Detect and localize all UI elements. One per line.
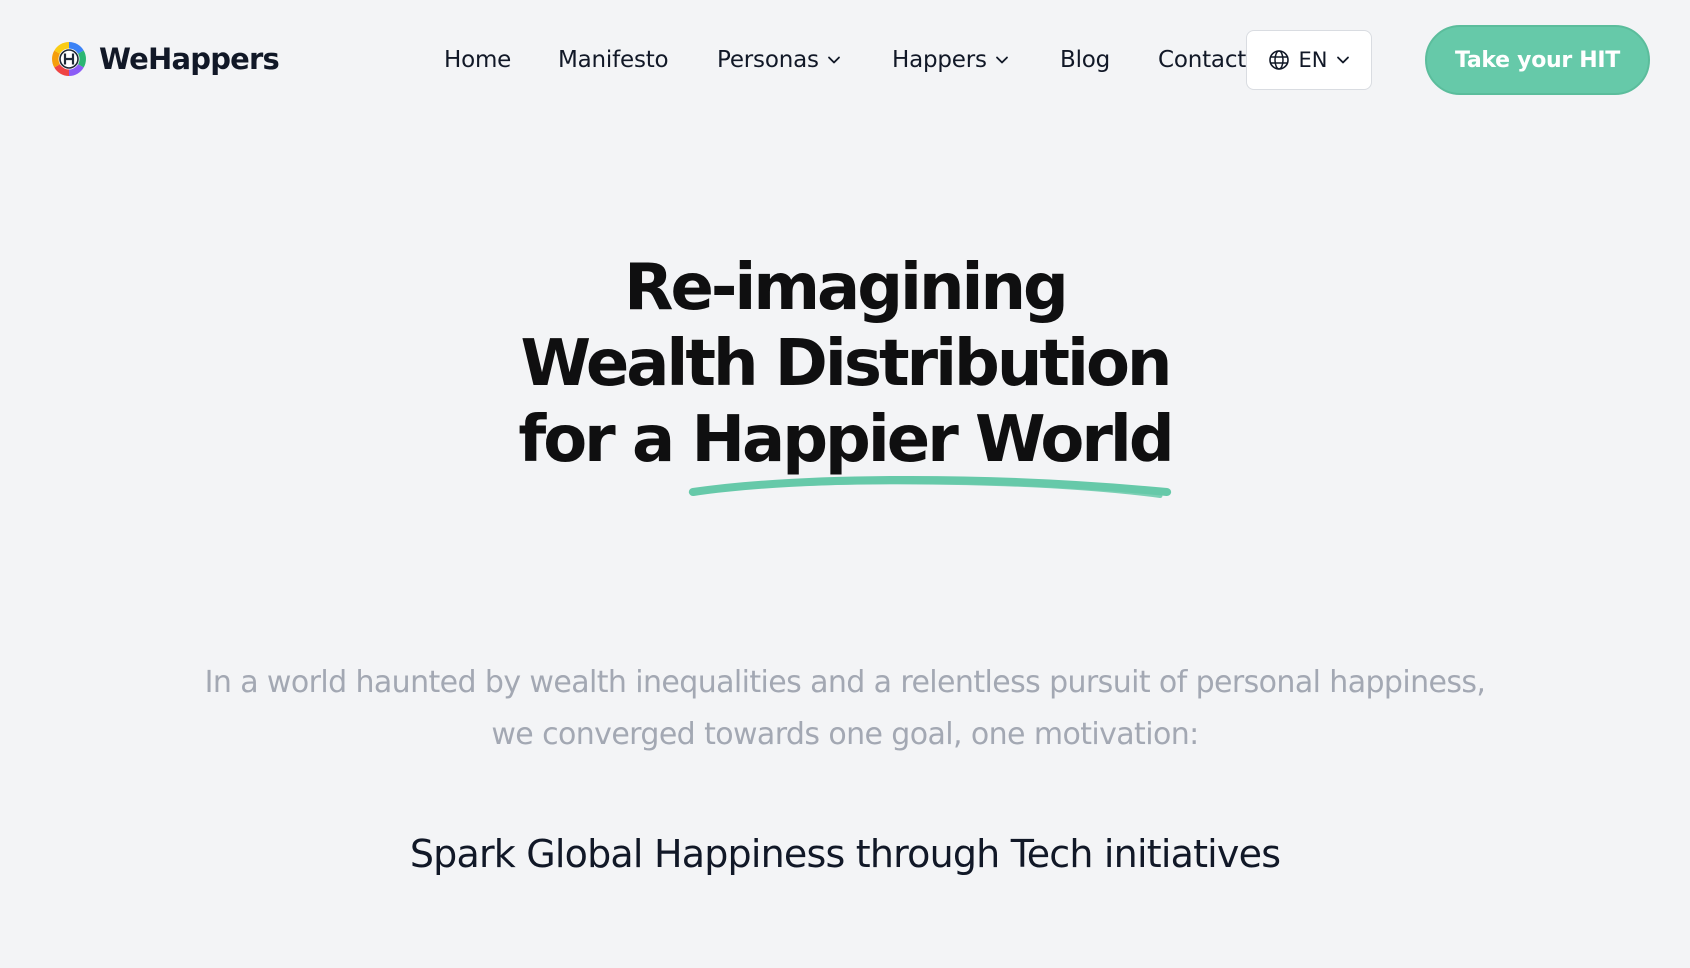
intro-paragraph: In a world haunted by wealth inequalitie…: [145, 657, 1545, 761]
globe-icon: [1268, 50, 1289, 70]
hero-title: Re-imagining Wealth Distribution for a H…: [345, 250, 1345, 498]
take-your-hit-button[interactable]: Take your HIT: [1425, 25, 1650, 95]
nav-item-manifesto[interactable]: Manifesto: [558, 40, 669, 80]
mission-subheading: Spark Global Happiness through Tech init…: [409, 832, 1281, 876]
hero-title-line-3: for a Happier World: [345, 402, 1345, 498]
site-header: WeHappers Home Manifesto Personas Happer…: [0, 0, 1690, 120]
hero-title-line-2: Wealth Distribution: [520, 327, 1173, 401]
nav-item-contact[interactable]: Contact: [1158, 40, 1246, 80]
language-code: EN: [1298, 48, 1328, 72]
chevron-down-icon: [1337, 56, 1350, 64]
nav-item-label: Manifesto: [558, 47, 669, 73]
nav-item-personas[interactable]: Personas: [717, 40, 841, 80]
chevron-down-icon: [995, 56, 1008, 64]
nav-item-label: Happers: [892, 47, 987, 73]
nav-item-home[interactable]: Home: [444, 40, 511, 80]
nav-item-blog[interactable]: Blog: [1060, 40, 1110, 80]
hero-title-prefix: for a: [518, 403, 692, 477]
chevron-down-icon: [827, 56, 840, 64]
brand-name: WeHappers: [99, 42, 280, 76]
nav-item-label: Contact: [1158, 47, 1247, 73]
brush-underline-decoration: [689, 475, 1172, 498]
hero-title-line-1: Re-imagining: [624, 251, 1069, 325]
nav-item-label: Home: [444, 47, 512, 73]
brand-logo-link[interactable]: WeHappers: [51, 41, 280, 77]
intro-line-1: In a world haunted by wealth inequalitie…: [204, 665, 1486, 700]
nav-item-label: Blog: [1060, 47, 1111, 73]
nav-item-happers[interactable]: Happers: [892, 40, 1009, 80]
intro-line-2: we converged towards one goal, one motiv…: [491, 717, 1199, 752]
language-selector[interactable]: EN: [1246, 30, 1372, 90]
nav-item-label: Personas: [717, 47, 819, 73]
hero-title-highlight-text: Happier World: [691, 403, 1174, 477]
hero-title-highlight: Happier World: [689, 402, 1175, 498]
wehappers-logo-icon: [52, 42, 86, 76]
